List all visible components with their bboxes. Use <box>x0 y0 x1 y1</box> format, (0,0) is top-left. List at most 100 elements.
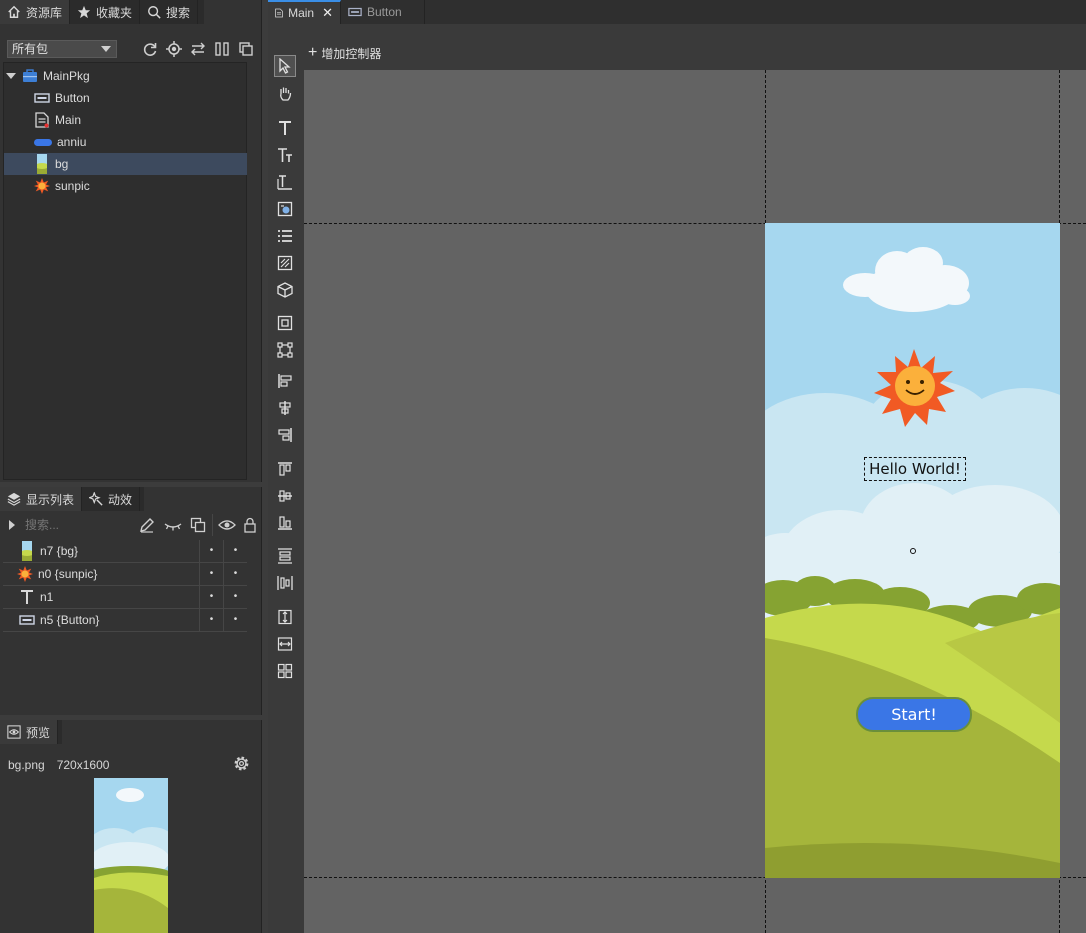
distribute-vertical-icon <box>278 548 292 564</box>
distribute-horizontal-icon <box>277 576 293 590</box>
tree-item-sunpic[interactable]: sunpic <box>4 175 247 197</box>
display-list-row-bg[interactable]: n7 {bg} • • <box>3 539 247 563</box>
rich-text-tool[interactable] <box>274 144 296 166</box>
transform-tool[interactable] <box>274 339 296 361</box>
input-text-tool[interactable] <box>274 171 296 193</box>
same-height-tool[interactable] <box>274 606 296 628</box>
plus-icon[interactable]: + <box>308 44 317 62</box>
background-image-icon <box>19 541 35 561</box>
lock-toggle[interactable]: • <box>223 585 247 609</box>
start-button[interactable]: Start! <box>856 697 972 732</box>
lock-icon[interactable] <box>243 517 257 533</box>
tab-transitions[interactable]: 动效 <box>82 487 141 511</box>
close-icon[interactable]: ✕ <box>322 5 333 21</box>
same-height-icon <box>278 609 292 625</box>
background-image[interactable] <box>765 223 1060 878</box>
nested-box-icon <box>277 315 293 331</box>
preview-thumbnail <box>94 778 168 933</box>
add-controller-button[interactable]: 增加控制器 <box>321 45 381 62</box>
chevron-right-icon[interactable] <box>9 520 15 530</box>
gear-icon[interactable] <box>233 755 250 772</box>
refresh-icon[interactable] <box>142 41 158 57</box>
align-middle-icon <box>278 490 292 502</box>
document-icon <box>34 112 50 128</box>
tab-main[interactable]: Main ✕ <box>268 0 341 24</box>
tab-favorites[interactable]: 收藏夹 <box>70 0 141 24</box>
align-middle-tool[interactable] <box>274 485 296 507</box>
tree-item-button[interactable]: Button <box>4 87 247 109</box>
3d-tool[interactable] <box>274 279 296 301</box>
distribute-vertical-tool[interactable] <box>274 545 296 567</box>
stage-canvas[interactable]: Hello World! Start! <box>304 70 1086 933</box>
tree-item-bg[interactable]: bg <box>4 153 247 175</box>
hand-tool[interactable] <box>274 82 296 104</box>
lock-toggle[interactable]: • <box>223 539 247 563</box>
display-list-row-n1[interactable]: n1 • • <box>3 585 247 609</box>
align-top-tool[interactable] <box>274 458 296 480</box>
hello-world-text[interactable]: Hello World! <box>864 457 966 481</box>
lock-toggle[interactable]: • <box>223 562 247 586</box>
align-center-tool[interactable] <box>274 397 296 419</box>
visibility-toggle[interactable]: • <box>199 562 223 586</box>
text-icon <box>19 589 35 605</box>
text-tool[interactable] <box>274 117 296 139</box>
tab-library[interactable]: 资源库 <box>0 0 71 24</box>
eye-closed-icon[interactable] <box>164 517 182 533</box>
align-left-icon <box>278 374 292 388</box>
tab-display-list[interactable]: 显示列表 <box>0 487 83 511</box>
visibility-toggle[interactable]: • <box>199 608 223 632</box>
button-component-icon <box>19 612 35 628</box>
eye-icon[interactable] <box>218 517 236 533</box>
tree-item-mainpkg[interactable]: MainPkg <box>4 65 247 87</box>
search-icon <box>148 6 161 19</box>
display-list-search-input[interactable] <box>25 515 125 535</box>
display-list-panel: 显示列表 动效 n7 {bg} • • n0 {sunpic} • • n1 •… <box>0 487 262 715</box>
align-top-icon <box>278 462 292 476</box>
align-left-tool[interactable] <box>274 370 296 392</box>
distribute-horizontal-tool[interactable] <box>274 572 296 594</box>
display-list-row-sunpic[interactable]: n0 {sunpic} • • <box>3 562 247 586</box>
tree-item-anniu[interactable]: anniu <box>4 131 247 153</box>
tab-search[interactable]: 搜索 <box>140 0 199 24</box>
cursor-arrow-icon <box>279 58 291 74</box>
align-bottom-tool[interactable] <box>274 512 296 534</box>
same-width-tool[interactable] <box>274 633 296 655</box>
sun-image-icon <box>34 178 50 194</box>
bounding-box-icon <box>277 342 293 358</box>
select-tool[interactable] <box>274 55 296 77</box>
grid-icon <box>277 663 293 679</box>
library-tree: MainPkg Button Main anniu bg sunpic <box>3 62 247 480</box>
edit-pencil-icon[interactable] <box>139 517 155 533</box>
tab-button[interactable]: Button <box>341 0 425 24</box>
tree-item-main[interactable]: Main <box>4 109 247 131</box>
library-panel: 资源库 收藏夹 搜索 所有包 MainPkg Button Main anniu… <box>0 0 262 482</box>
list-tool[interactable] <box>274 225 296 247</box>
package-select[interactable]: 所有包 <box>7 40 117 58</box>
library-tabbar: 资源库 收藏夹 搜索 <box>0 0 204 24</box>
split-view-icon[interactable] <box>214 41 230 57</box>
align-center-icon <box>279 401 291 415</box>
grid-tool[interactable] <box>274 660 296 682</box>
eye-icon <box>7 725 21 739</box>
cube-icon <box>277 282 293 298</box>
visibility-toggle[interactable]: • <box>199 585 223 609</box>
display-list-row-button[interactable]: n5 {Button} • • <box>3 608 247 632</box>
chevron-down-icon[interactable] <box>6 73 16 79</box>
editor-tabbar: Main ✕ Button <box>268 0 1086 24</box>
duplicate-icon[interactable] <box>190 517 206 533</box>
lock-toggle[interactable]: • <box>223 608 247 632</box>
swap-icon[interactable] <box>190 41 206 57</box>
preview-info: bg.png 720x1600 <box>8 758 109 772</box>
image-tool[interactable] <box>274 198 296 220</box>
visibility-toggle[interactable]: • <box>199 539 223 563</box>
divider <box>212 514 213 536</box>
stage-view[interactable]: Hello World! Start! <box>765 223 1060 878</box>
list-icon <box>278 230 292 242</box>
copy-icon[interactable] <box>238 41 254 57</box>
home-icon <box>8 5 20 18</box>
tab-preview[interactable]: 预览 <box>0 720 59 744</box>
locate-icon[interactable] <box>166 41 182 57</box>
graph-tool[interactable] <box>274 252 296 274</box>
align-right-tool[interactable] <box>274 424 296 446</box>
component-tool[interactable] <box>274 312 296 334</box>
